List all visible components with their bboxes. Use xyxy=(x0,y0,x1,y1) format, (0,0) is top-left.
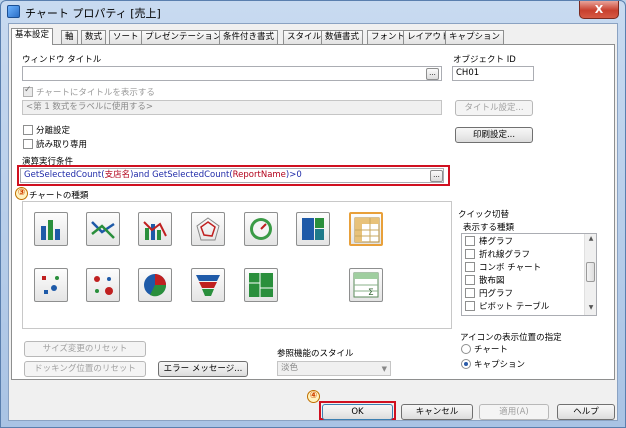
list-item[interactable]: 折れ線グラフ xyxy=(465,248,531,262)
combo-chart-checkbox[interactable] xyxy=(465,261,475,272)
dialog-body: 基本設定 軸 数式 ソート プレゼンテーション 条件付き書式 スタイル 数値書式… xyxy=(8,23,618,421)
chart-title-input[interactable]: <第 1 数式をラベルに使用する> xyxy=(22,100,442,115)
calc-condition-input[interactable]: GetSelectedCount(支店名)and GetSelectedCoun… xyxy=(20,168,444,183)
chart-type-grid: Σ xyxy=(22,201,452,329)
line-chart-checkbox[interactable] xyxy=(465,248,475,259)
window-title-label: ウィンドウ タイトル xyxy=(22,55,102,65)
show-title-label: チャートにタイトルを表示する xyxy=(36,88,155,98)
formula-part: )>0 xyxy=(285,170,302,180)
app-icon xyxy=(7,5,20,18)
title-settings-button[interactable]: タイトル設定... xyxy=(455,100,533,116)
ok-button[interactable]: OK xyxy=(322,404,393,420)
list-item-label: 円グラフ xyxy=(479,289,514,299)
mekko-chart-icon[interactable] xyxy=(244,268,278,302)
list-item-label: コンボ チャート xyxy=(479,263,542,273)
combo-chart-icon[interactable] xyxy=(86,212,120,246)
object-id-input[interactable]: CH01 xyxy=(452,66,534,81)
chart-types-label: チャートの種類 xyxy=(29,191,89,201)
pivot-table-checkbox[interactable] xyxy=(465,300,475,311)
pie-chart-icon[interactable] xyxy=(138,268,172,302)
tab-general[interactable]: 基本設定 xyxy=(11,28,54,45)
general-tab-panel: ウィンドウ タイトル ... オブジェクト ID CH01 チャートにタイトルを… xyxy=(11,44,615,380)
formula-part: GetSelectedCount( xyxy=(24,170,105,180)
calc-condition-expression-button[interactable]: ... xyxy=(430,170,443,182)
grid-chart-icon[interactable] xyxy=(86,268,120,302)
tab-expressions[interactable]: 数式 xyxy=(81,30,107,44)
scroll-down-icon[interactable]: ▼ xyxy=(586,304,596,314)
tab-presentation[interactable]: プレゼンテーション xyxy=(141,30,226,44)
tab-conditional-format[interactable]: 条件付き書式 xyxy=(219,30,279,44)
print-settings-button[interactable]: 印刷設定... xyxy=(455,127,533,143)
scatter-chart-checkbox[interactable] xyxy=(465,274,475,285)
window-title-expression-button[interactable]: ... xyxy=(426,68,439,80)
apply-button[interactable]: 適用(A) xyxy=(479,404,549,420)
readonly-label: 読み取り専用 xyxy=(36,140,88,150)
formula-part: )and GetSelectedCount( xyxy=(130,170,233,180)
chevron-down-icon: ▼ xyxy=(381,365,387,373)
help-button[interactable]: ヘルプ xyxy=(557,404,615,420)
cancel-button[interactable]: キャンセル xyxy=(401,404,473,420)
show-title-checkbox[interactable] xyxy=(23,85,33,97)
reference-style-label: 参照機能のスタイル xyxy=(277,349,354,359)
tab-style[interactable]: スタイル xyxy=(283,30,326,44)
tab-axis[interactable]: 軸 xyxy=(61,30,78,44)
readonly-checkbox[interactable] xyxy=(23,139,33,149)
tab-sort[interactable]: ソート xyxy=(109,30,143,44)
reset-docking-button[interactable]: ドッキング位置のリセット xyxy=(24,361,146,377)
list-item[interactable]: ピボット テーブル xyxy=(465,300,550,314)
straight-table-icon[interactable]: Σ xyxy=(349,268,383,302)
list-item-label: 棒グラフ xyxy=(479,237,514,247)
title-bar: チャート プロパティ [売上] X xyxy=(1,1,625,23)
tab-caption[interactable]: キャプション xyxy=(445,30,505,44)
icon-position-caption-label: キャプション xyxy=(474,360,526,370)
block-chart-icon[interactable] xyxy=(296,212,330,246)
detached-label: 分離設定 xyxy=(36,126,71,136)
object-id-label: オブジェクト ID xyxy=(453,55,516,65)
scroll-up-icon[interactable]: ▲ xyxy=(586,235,596,245)
icon-position-chart-label: チャート xyxy=(474,345,508,355)
scroll-thumb[interactable] xyxy=(586,262,595,282)
funnel-chart-icon[interactable] xyxy=(191,268,225,302)
pivot-table-icon[interactable] xyxy=(349,212,383,246)
icon-position-label: アイコンの表示位置の指定 xyxy=(460,333,562,343)
formula-field-report: ReportName xyxy=(232,170,286,180)
pie-chart-checkbox[interactable] xyxy=(465,287,475,298)
reference-style-select[interactable]: 淡色 ▼ xyxy=(277,361,391,376)
line-bar-chart-icon[interactable] xyxy=(138,212,172,246)
icon-position-caption-radio[interactable] xyxy=(461,359,471,369)
error-message-button[interactable]: エラー メッセージ... xyxy=(158,361,248,377)
reference-style-value: 淡色 xyxy=(281,363,299,373)
list-item[interactable]: 散布図 xyxy=(465,274,505,288)
detached-checkbox[interactable] xyxy=(23,125,33,135)
display-types-label: 表示する種類 xyxy=(463,223,515,233)
chart-properties-dialog: チャート プロパティ [売上] X 基本設定 軸 数式 ソート プレゼンテーショ… xyxy=(0,0,626,428)
list-item[interactable]: コンボ チャート xyxy=(465,261,542,275)
tab-number-format[interactable]: 数値書式 xyxy=(321,30,364,44)
gauge-chart-icon[interactable] xyxy=(244,212,278,246)
quick-change-list[interactable]: 棒グラフ 折れ線グラフ コンボ チャート 散布図 円グラフ ピボット テーブル … xyxy=(461,233,597,316)
icon-position-chart-radio[interactable] xyxy=(461,344,471,354)
bar-chart-checkbox[interactable] xyxy=(465,235,475,246)
list-item-label: ピボット テーブル xyxy=(479,302,550,312)
window-title-input[interactable] xyxy=(22,66,442,81)
svg-text:Σ: Σ xyxy=(368,288,374,298)
step-marker-3: ③ xyxy=(15,187,28,200)
formula-field-branch: 支店名 xyxy=(104,170,131,180)
reset-size-button[interactable]: サイズ変更のリセット xyxy=(24,341,146,357)
close-button[interactable]: X xyxy=(579,1,619,19)
radar-chart-icon[interactable] xyxy=(191,212,225,246)
scatter-chart-icon[interactable] xyxy=(34,268,68,302)
list-item-label: 折れ線グラフ xyxy=(479,250,531,260)
quick-change-label: クイック切替 xyxy=(458,210,510,220)
bar-chart-icon[interactable] xyxy=(34,212,68,246)
list-scrollbar[interactable]: ▲ ▼ xyxy=(584,234,596,315)
list-item[interactable]: 棒グラフ xyxy=(465,235,514,249)
list-item[interactable]: 円グラフ xyxy=(465,287,514,301)
window-title: チャート プロパティ [売上] xyxy=(25,7,161,20)
list-item-label: 散布図 xyxy=(479,276,505,286)
